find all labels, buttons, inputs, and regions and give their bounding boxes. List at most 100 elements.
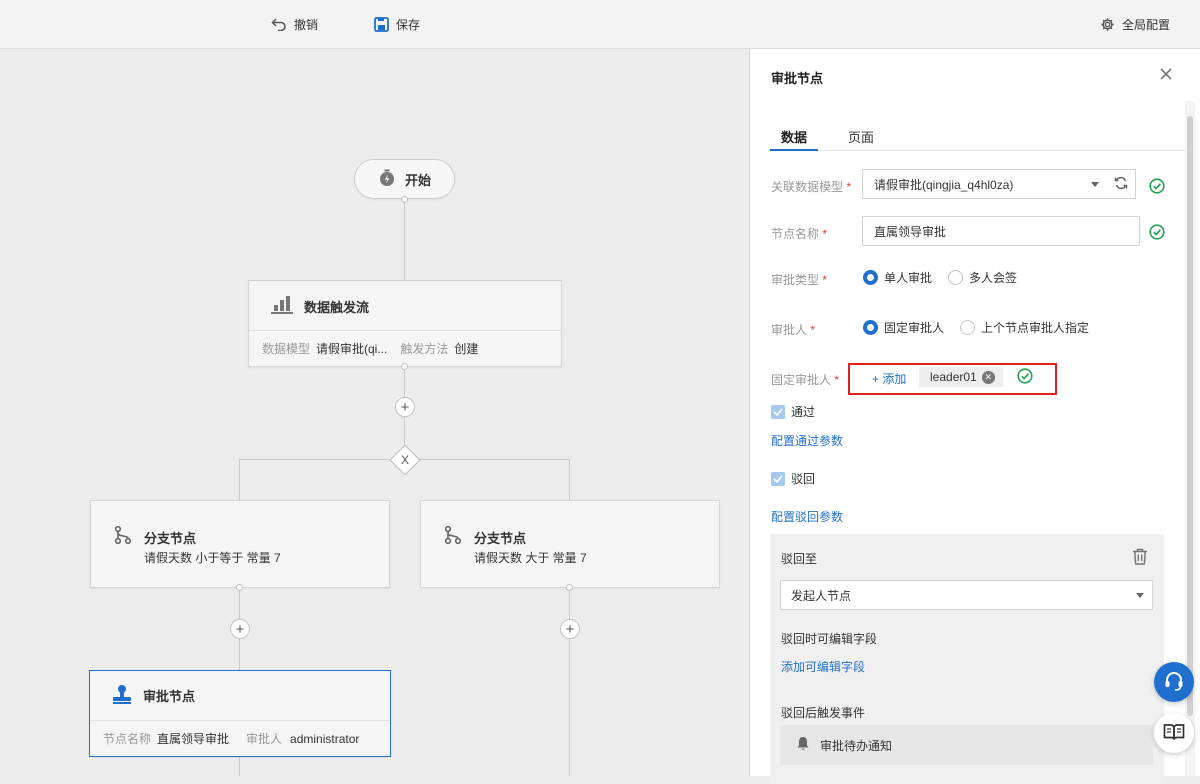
- data-model-select[interactable]: 请假审批(qingjia_q4hl0za): [862, 169, 1108, 199]
- chevron-down-icon: [1136, 593, 1144, 598]
- connector-dot: [566, 584, 573, 591]
- add-editable-field-link[interactable]: 添加可编辑字段: [781, 658, 865, 675]
- check-circle-icon: [1149, 178, 1165, 194]
- check-circle-icon: [1149, 224, 1165, 240]
- radio-checked-icon: [863, 320, 878, 335]
- gateway-x-icon: X: [400, 453, 409, 467]
- connector-line: [239, 459, 240, 501]
- scrollbar-thumb[interactable]: [1187, 116, 1193, 716]
- approval-node-title: 审批节点: [143, 689, 196, 704]
- refresh-button[interactable]: [1107, 169, 1136, 199]
- radio-previous-approver[interactable]: 上个节点审批人指定: [960, 319, 1089, 336]
- refresh-icon: [1114, 176, 1128, 193]
- approver-label: 审批人: [246, 732, 283, 746]
- radio-unchecked-icon: [960, 320, 975, 335]
- event-item-label: 审批待办通知: [820, 738, 893, 753]
- approval-node[interactable]: 审批节点 节点名称 直属领导审批 审批人 administrator: [89, 670, 391, 757]
- editable-fields-label: 驳回时可编辑字段: [781, 632, 878, 646]
- global-config-button[interactable]: 全局配置: [1100, 0, 1170, 48]
- branch-condition: 请假天数 大于 常量 7: [474, 551, 587, 565]
- model-value: 请假审批(qi...: [316, 342, 388, 356]
- data-model-label: 关联数据模型 *: [771, 180, 852, 194]
- branch-icon: [114, 525, 132, 547]
- radio-label: 多人会签: [969, 271, 1018, 285]
- connector-dot: [236, 584, 243, 591]
- approval-type-label: 审批类型 *: [771, 273, 828, 287]
- reject-to-select[interactable]: 发起人节点: [780, 580, 1153, 610]
- approval-node-footer: 节点名称 直属领导审批 审批人 administrator: [90, 720, 390, 756]
- connector-dot: [401, 363, 408, 370]
- node-name-input[interactable]: 直属领导审批: [862, 216, 1140, 246]
- node-name-label: 节点名称 *: [771, 227, 828, 241]
- panel-tabs: 数据 页面: [770, 127, 1185, 151]
- branch-node-title: 分支节点: [474, 531, 527, 546]
- gear-icon: [1100, 17, 1115, 32]
- flow-canvas[interactable]: 开始 数据触发流 数据模型 请假审批(qi... 触发方法 创建 + X 分支节…: [0, 49, 749, 776]
- add-node-button[interactable]: +: [230, 619, 250, 639]
- branch-icon: [444, 525, 462, 547]
- model-label: 数据模型: [262, 342, 311, 356]
- add-node-button[interactable]: +: [560, 619, 580, 639]
- after-reject-event-label: 驳回后触发事件: [781, 706, 866, 720]
- checkbox-checked-icon: [771, 471, 785, 486]
- radio-single-approval[interactable]: 单人审批: [863, 269, 932, 286]
- branch-node-title: 分支节点: [144, 531, 197, 546]
- approver-tag-label: leader01: [930, 370, 977, 384]
- radio-label: 固定审批人: [884, 321, 945, 335]
- config-pass-params-link[interactable]: 配置通过参数: [771, 432, 843, 449]
- fixed-approver-label: 固定审批人 *: [771, 373, 840, 387]
- undo-button[interactable]: 撤销: [271, 0, 318, 48]
- tab-data[interactable]: 数据: [770, 127, 818, 151]
- trash-icon[interactable]: [1132, 548, 1148, 568]
- trigger-node-footer: 数据模型 请假审批(qi... 触发方法 创建: [249, 330, 561, 366]
- config-reject-params-link[interactable]: 配置驳回参数: [771, 508, 843, 525]
- check-circle-icon: [1017, 368, 1033, 384]
- add-approver-link[interactable]: + 添加: [872, 370, 906, 387]
- branch-condition: 请假天数 小于等于 常量 7: [144, 551, 281, 565]
- method-value: 创建: [454, 342, 479, 356]
- reject-label: 驳回: [791, 472, 816, 486]
- remove-tag-icon[interactable]: ✕: [981, 370, 995, 384]
- connector-line: [404, 199, 405, 281]
- reject-to-label: 驳回至: [781, 552, 818, 566]
- approver-label: 审批人 *: [771, 323, 816, 337]
- approver-value: administrator: [290, 731, 360, 746]
- save-button[interactable]: 保存: [374, 0, 420, 48]
- tab-page[interactable]: 页面: [848, 127, 874, 151]
- branch-node-right[interactable]: 分支节点 请假天数 大于 常量 7: [420, 500, 720, 588]
- reject-config-section: 驳回至 发起人节点 驳回时可编辑字段 添加可编辑字段 驳回后触发事件 审批待办通…: [770, 534, 1164, 784]
- node-name-value: 直属领导审批: [157, 732, 230, 746]
- undo-icon: [271, 17, 287, 31]
- help-docs-button[interactable]: [1154, 713, 1194, 753]
- connector-dot: [401, 196, 408, 203]
- reject-event-item[interactable]: 审批待办通知: [780, 725, 1153, 765]
- reject-checkbox[interactable]: 驳回: [771, 470, 815, 487]
- bell-icon: [796, 736, 810, 754]
- reject-to-value: 发起人节点: [791, 588, 852, 603]
- start-label: 开始: [404, 172, 431, 188]
- radio-checked-icon: [863, 270, 878, 285]
- branch-node-left[interactable]: 分支节点 请假天数 小于等于 常量 7: [90, 500, 390, 588]
- timer-icon: [378, 169, 396, 190]
- close-icon[interactable]: [1157, 65, 1175, 83]
- radio-multi-approval[interactable]: 多人会签: [948, 269, 1017, 286]
- method-label: 触发方法: [400, 342, 449, 356]
- trigger-node-title: 数据触发流: [304, 300, 370, 315]
- save-icon: [374, 16, 389, 32]
- radio-fixed-approver[interactable]: 固定审批人: [863, 319, 944, 336]
- node-name-label: 节点名称: [103, 732, 152, 746]
- panel-title: 审批节点: [771, 71, 824, 86]
- support-button[interactable]: [1154, 662, 1194, 702]
- top-toolbar: 撤销 保存 全局配置: [0, 0, 1200, 49]
- radio-label: 上个节点审批人指定: [981, 321, 1090, 335]
- connector-line: [569, 459, 570, 501]
- start-node[interactable]: 开始: [354, 159, 455, 199]
- trigger-node[interactable]: 数据触发流 数据模型 请假审批(qi... 触发方法 创建: [248, 280, 562, 367]
- connector-line: [239, 757, 240, 776]
- pass-checkbox[interactable]: 通过: [771, 403, 815, 420]
- checkbox-checked-icon: [771, 404, 785, 419]
- approver-tag: leader01 ✕: [919, 367, 1003, 387]
- add-node-button[interactable]: +: [395, 397, 415, 417]
- global-config-label: 全局配置: [1122, 17, 1171, 32]
- pass-label: 通过: [791, 405, 816, 419]
